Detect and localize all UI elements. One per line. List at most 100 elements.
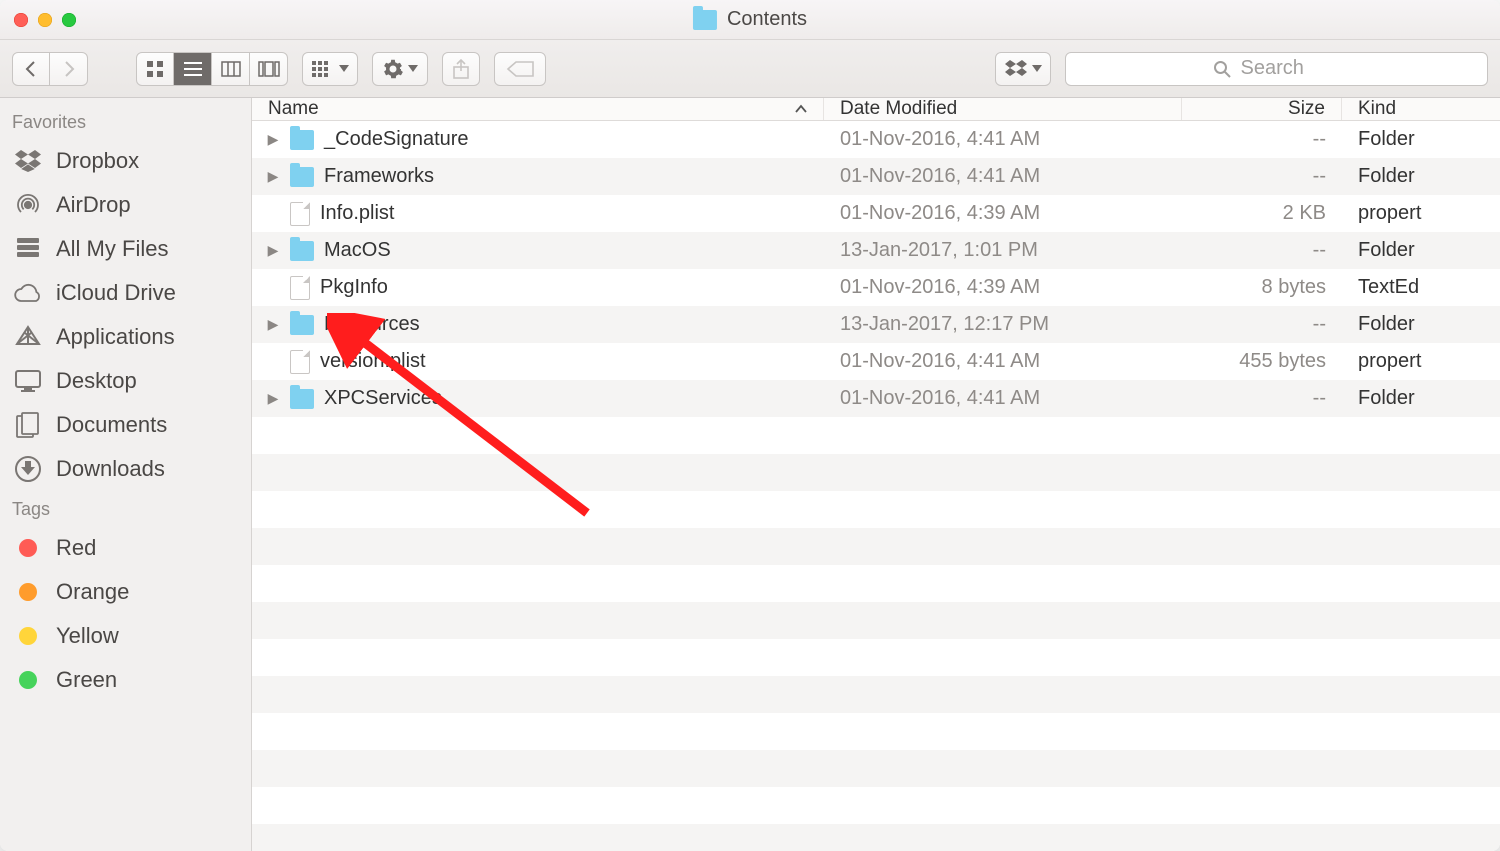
file-name: version.plist bbox=[320, 350, 426, 373]
airdrop-icon bbox=[14, 193, 42, 217]
table-row[interactable]: ▶XPCServices01-Nov-2016, 4:41 AM--Folder bbox=[252, 380, 1500, 417]
arrange-group bbox=[302, 52, 358, 86]
column-date[interactable]: Date Modified bbox=[824, 98, 1182, 120]
share-button[interactable] bbox=[442, 52, 480, 86]
table-row[interactable]: PkgInfo01-Nov-2016, 4:39 AM8 bytesTextEd bbox=[252, 269, 1500, 306]
table-row[interactable]: Info.plist01-Nov-2016, 4:39 AM2 KBproper… bbox=[252, 195, 1500, 232]
table-row[interactable]: version.plist 01-Nov-2016, 4:41 AM455 byt… bbox=[252, 343, 1500, 380]
table-row[interactable]: ▶MacOS13-Jan-2017, 1:01 PM--Folder bbox=[252, 232, 1500, 269]
icloud-icon bbox=[14, 281, 42, 305]
file-size: 455 bytes bbox=[1182, 350, 1342, 373]
view-gallery-button[interactable] bbox=[250, 52, 288, 86]
sidebar-tag-green[interactable]: Green bbox=[0, 658, 251, 702]
empty-row bbox=[252, 417, 1500, 454]
folder-icon bbox=[290, 389, 314, 409]
sidebar-item-desktop[interactable]: Desktop bbox=[0, 359, 251, 403]
sidebar: Favorites Dropbox AirDrop All My Files iClo… bbox=[0, 98, 252, 851]
tag-color-icon bbox=[14, 624, 42, 648]
file-date: 13-Jan-2017, 1:01 PM bbox=[824, 239, 1182, 262]
file-kind: Folder bbox=[1342, 313, 1500, 336]
sidebar-item-label: Documents bbox=[56, 412, 167, 438]
disclosure-triangle-icon[interactable]: ▶ bbox=[266, 242, 280, 259]
empty-row bbox=[252, 824, 1500, 851]
file-kind: propert bbox=[1342, 350, 1500, 373]
back-button[interactable] bbox=[12, 52, 50, 86]
empty-row bbox=[252, 676, 1500, 713]
empty-row bbox=[252, 565, 1500, 602]
window-controls bbox=[14, 13, 76, 27]
column-header: Name Date Modified Size Kind bbox=[252, 98, 1500, 121]
empty-row bbox=[252, 713, 1500, 750]
disclosure-triangle-icon[interactable]: ▶ bbox=[266, 131, 280, 148]
disclosure-triangle-icon[interactable]: ▶ bbox=[266, 316, 280, 333]
search-input[interactable] bbox=[1241, 57, 1341, 80]
empty-row bbox=[252, 528, 1500, 565]
sidebar-heading-favorites: Favorites bbox=[0, 104, 251, 139]
file-date: 01-Nov-2016, 4:41 AM bbox=[824, 128, 1182, 151]
sidebar-item-icloud-drive[interactable]: iCloud Drive bbox=[0, 271, 251, 315]
window-title-wrap: Contents bbox=[693, 8, 807, 31]
sidebar-heading-tags: Tags bbox=[0, 491, 251, 526]
table-row[interactable]: ▶_CodeSignature01-Nov-2016, 4:41 AM--Fol… bbox=[252, 121, 1500, 158]
sidebar-item-documents[interactable]: Documents bbox=[0, 403, 251, 447]
file-icon bbox=[290, 350, 310, 374]
table-row[interactable]: ▶Resources13-Jan-2017, 12:17 PM--Folder bbox=[252, 306, 1500, 343]
sidebar-tag-label: Orange bbox=[56, 579, 129, 605]
view-icons-button[interactable] bbox=[136, 52, 174, 86]
sidebar-tag-red[interactable]: Red bbox=[0, 526, 251, 570]
fullscreen-button[interactable] bbox=[62, 13, 76, 27]
sidebar-tag-yellow[interactable]: Yellow bbox=[0, 614, 251, 658]
sidebar-tag-label: Yellow bbox=[56, 623, 119, 649]
tag-color-icon bbox=[14, 580, 42, 604]
sidebar-item-label: AirDrop bbox=[56, 192, 131, 218]
file-name: XPCServices bbox=[324, 387, 442, 410]
empty-row bbox=[252, 787, 1500, 824]
dropbox-toolbar-button[interactable] bbox=[995, 52, 1051, 86]
search-field-wrap[interactable] bbox=[1065, 52, 1488, 86]
column-size-label: Size bbox=[1288, 98, 1325, 120]
disclosure-triangle-icon[interactable]: ▶ bbox=[266, 168, 280, 185]
titlebar: Contents bbox=[0, 0, 1500, 40]
sidebar-item-applications[interactable]: Applications bbox=[0, 315, 251, 359]
minimize-button[interactable] bbox=[38, 13, 52, 27]
file-size: -- bbox=[1182, 313, 1342, 336]
file-kind: Folder bbox=[1342, 387, 1500, 410]
column-kind[interactable]: Kind bbox=[1342, 98, 1500, 120]
empty-row bbox=[252, 639, 1500, 676]
file-icon bbox=[290, 202, 310, 226]
file-name: PkgInfo bbox=[320, 276, 388, 299]
file-name: _CodeSignature bbox=[324, 128, 469, 151]
sidebar-item-dropbox[interactable]: Dropbox bbox=[0, 139, 251, 183]
action-button[interactable] bbox=[372, 52, 428, 86]
column-name[interactable]: Name bbox=[252, 98, 824, 120]
sidebar-item-label: Applications bbox=[56, 324, 175, 350]
arrange-button[interactable] bbox=[302, 52, 358, 86]
disclosure-triangle-icon[interactable]: ▶ bbox=[266, 390, 280, 407]
tags-button[interactable] bbox=[494, 52, 546, 86]
toolbar bbox=[0, 40, 1500, 98]
sidebar-item-downloads[interactable]: Downloads bbox=[0, 447, 251, 491]
tag-color-icon bbox=[14, 668, 42, 692]
view-columns-button[interactable] bbox=[212, 52, 250, 86]
table-row[interactable]: ▶Frameworks01-Nov-2016, 4:41 AM--Folder bbox=[252, 158, 1500, 195]
column-size[interactable]: Size bbox=[1182, 98, 1342, 120]
sidebar-item-all-my-files[interactable]: All My Files bbox=[0, 227, 251, 271]
file-date: 01-Nov-2016, 4:41 AM bbox=[824, 350, 1182, 373]
sidebar-tag-label: Green bbox=[56, 667, 117, 693]
view-list-button[interactable] bbox=[174, 52, 212, 86]
all-my-files-icon bbox=[14, 237, 42, 261]
sidebar-item-label: All My Files bbox=[56, 236, 168, 262]
file-kind: Folder bbox=[1342, 165, 1500, 188]
folder-icon bbox=[290, 315, 314, 335]
file-name: Frameworks bbox=[324, 165, 434, 188]
window-body: Favorites Dropbox AirDrop All My Files iClo… bbox=[0, 98, 1500, 851]
forward-button[interactable] bbox=[50, 52, 88, 86]
sidebar-tag-orange[interactable]: Orange bbox=[0, 570, 251, 614]
file-name: Info.plist bbox=[320, 202, 394, 225]
file-list: Name Date Modified Size Kind ▶ _CodeSigna… bbox=[252, 98, 1500, 851]
sidebar-item-airdrop[interactable]: AirDrop bbox=[0, 183, 251, 227]
sidebar-tag-label: Red bbox=[56, 535, 96, 561]
close-button[interactable] bbox=[14, 13, 28, 27]
search-icon bbox=[1213, 60, 1231, 78]
file-kind: Folder bbox=[1342, 128, 1500, 151]
